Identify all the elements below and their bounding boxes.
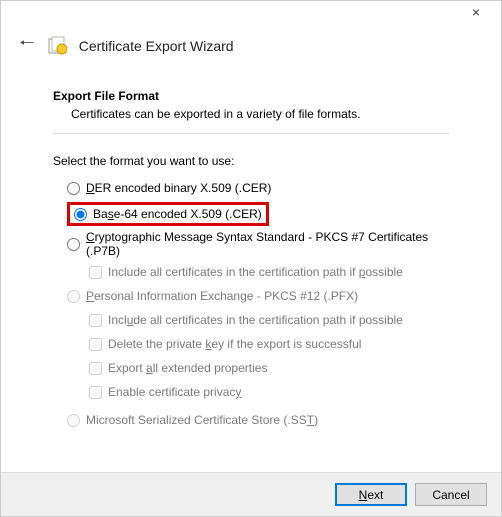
next-button[interactable]: Next bbox=[335, 483, 407, 506]
footer: Next Cancel bbox=[1, 472, 501, 516]
check-pfx-include: Include all certificates in the certific… bbox=[89, 310, 449, 330]
check-pkcs7-include-label: Include all certificates in the certific… bbox=[108, 265, 403, 279]
radio-pkcs7[interactable]: Cryptographic Message Syntax Standard - … bbox=[67, 230, 449, 258]
radio-sst-label: Microsoft Serialized Certificate Store (… bbox=[86, 413, 318, 427]
format-prompt: Select the format you want to use: bbox=[53, 154, 449, 168]
radio-der-label: DER encoded binary X.509 (.CER) bbox=[86, 181, 271, 195]
check-pkcs7-include: Include all certificates in the certific… bbox=[89, 262, 449, 282]
check-pfx-privacy: Enable certificate privacy bbox=[89, 382, 449, 402]
section-title: Export File Format bbox=[53, 89, 449, 103]
radio-pfx-label: Personal Information Exchange - PKCS #12… bbox=[86, 289, 358, 303]
wizard-icon bbox=[47, 36, 67, 56]
back-arrow-icon[interactable]: 🠐 bbox=[19, 31, 35, 61]
check-pfx-extended: Export all extended properties bbox=[89, 358, 449, 378]
check-pfx-delete-label: Delete the private key if the export is … bbox=[108, 337, 361, 351]
radio-base64[interactable]: Base-64 encoded X.509 (.CER) bbox=[67, 202, 269, 226]
radio-sst: Microsoft Serialized Certificate Store (… bbox=[67, 410, 449, 430]
radio-pfx: Personal Information Exchange - PKCS #12… bbox=[67, 286, 449, 306]
check-pfx-privacy-label: Enable certificate privacy bbox=[108, 385, 241, 399]
radio-pkcs7-label: Cryptographic Message Syntax Standard - … bbox=[86, 230, 449, 258]
check-pfx-delete: Delete the private key if the export is … bbox=[89, 334, 449, 354]
section-description: Certificates can be exported in a variet… bbox=[71, 107, 449, 121]
cancel-button[interactable]: Cancel bbox=[415, 483, 487, 506]
radio-base64-label: Base-64 encoded X.509 (.CER) bbox=[93, 207, 262, 221]
close-button[interactable]: × bbox=[461, 4, 491, 20]
check-pfx-include-label: Include all certificates in the certific… bbox=[108, 313, 403, 327]
radio-der[interactable]: DER encoded binary X.509 (.CER) bbox=[67, 178, 449, 198]
wizard-title: Certificate Export Wizard bbox=[79, 38, 234, 54]
check-pfx-extended-label: Export all extended properties bbox=[108, 361, 267, 375]
divider bbox=[53, 133, 449, 134]
